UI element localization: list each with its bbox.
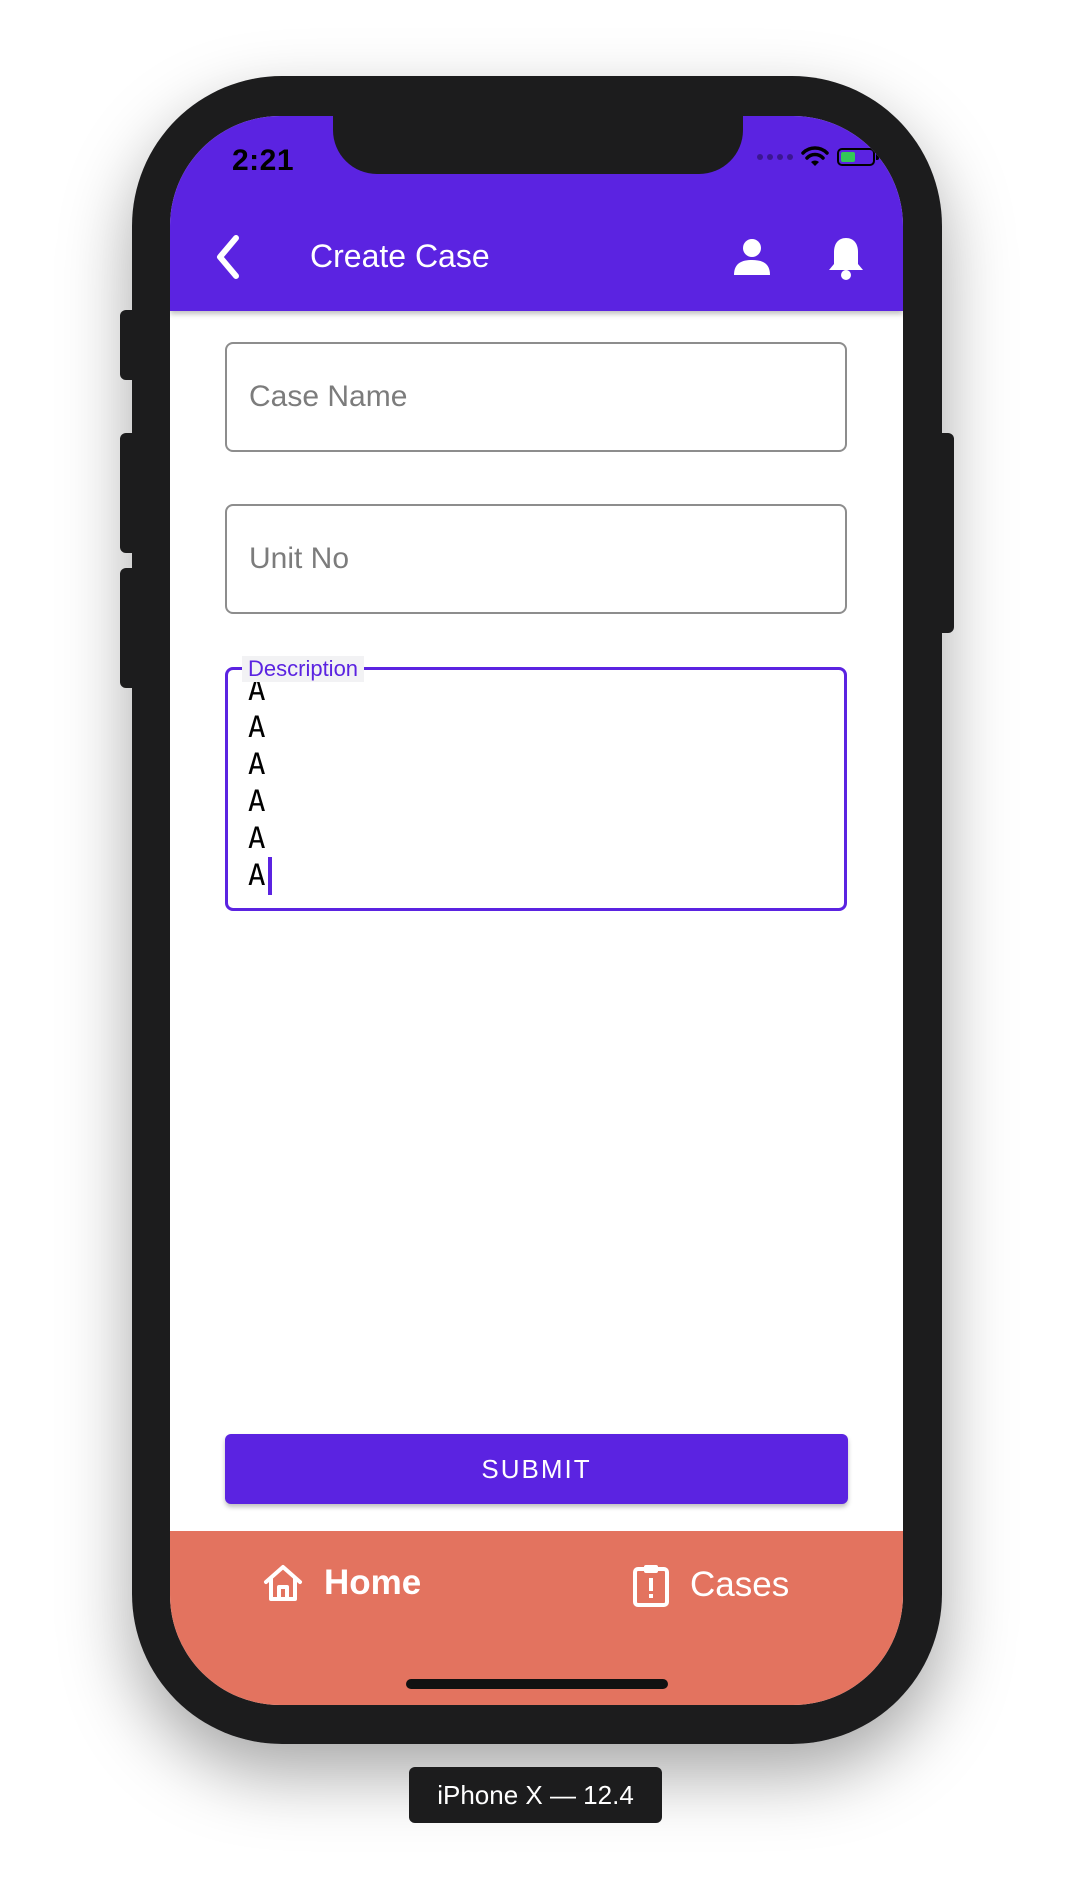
- description-value[interactable]: A A A A A A: [248, 672, 265, 894]
- home-icon: [264, 1565, 302, 1601]
- home-indicator: [406, 1679, 668, 1689]
- status-time: 2:21: [232, 144, 295, 177]
- text-caret: [268, 857, 272, 895]
- signal-icon: [757, 154, 793, 160]
- back-arrow-icon[interactable]: [208, 232, 248, 282]
- simulator-device-label: iPhone X — 12.4: [409, 1767, 662, 1823]
- device-notch: [333, 116, 743, 174]
- page-title: Create Case: [310, 238, 490, 274]
- description-label: Description: [242, 656, 365, 682]
- submit-button[interactable]: SUBMIT: [225, 1434, 848, 1504]
- case-name-field[interactable]: [225, 342, 847, 452]
- simulator-stage: 2:21 Create Case Case Name Unit No A A A…: [0, 0, 1072, 1892]
- notification-bell-icon[interactable]: [825, 235, 867, 281]
- device-screen: 2:21 Create Case Case Name Unit No A A A…: [170, 116, 903, 1705]
- case-name-input[interactable]: [227, 344, 845, 450]
- battery-icon: [837, 148, 879, 166]
- unit-no-input[interactable]: [227, 506, 845, 612]
- tab-home[interactable]: Home: [262, 1563, 421, 1603]
- bottom-tab-bar: Home Cases: [170, 1531, 903, 1705]
- clipboard-alert-icon: [633, 1565, 669, 1607]
- tab-cases[interactable]: Cases: [632, 1563, 789, 1607]
- tab-home-label: Home: [324, 1563, 422, 1602]
- tab-cases-label: Cases: [690, 1565, 790, 1604]
- wifi-icon: [801, 146, 829, 166]
- unit-no-field[interactable]: [225, 504, 847, 614]
- status-icons: [757, 146, 879, 168]
- description-textarea[interactable]: A A A A A A Description: [225, 656, 847, 911]
- user-icon[interactable]: [732, 237, 772, 277]
